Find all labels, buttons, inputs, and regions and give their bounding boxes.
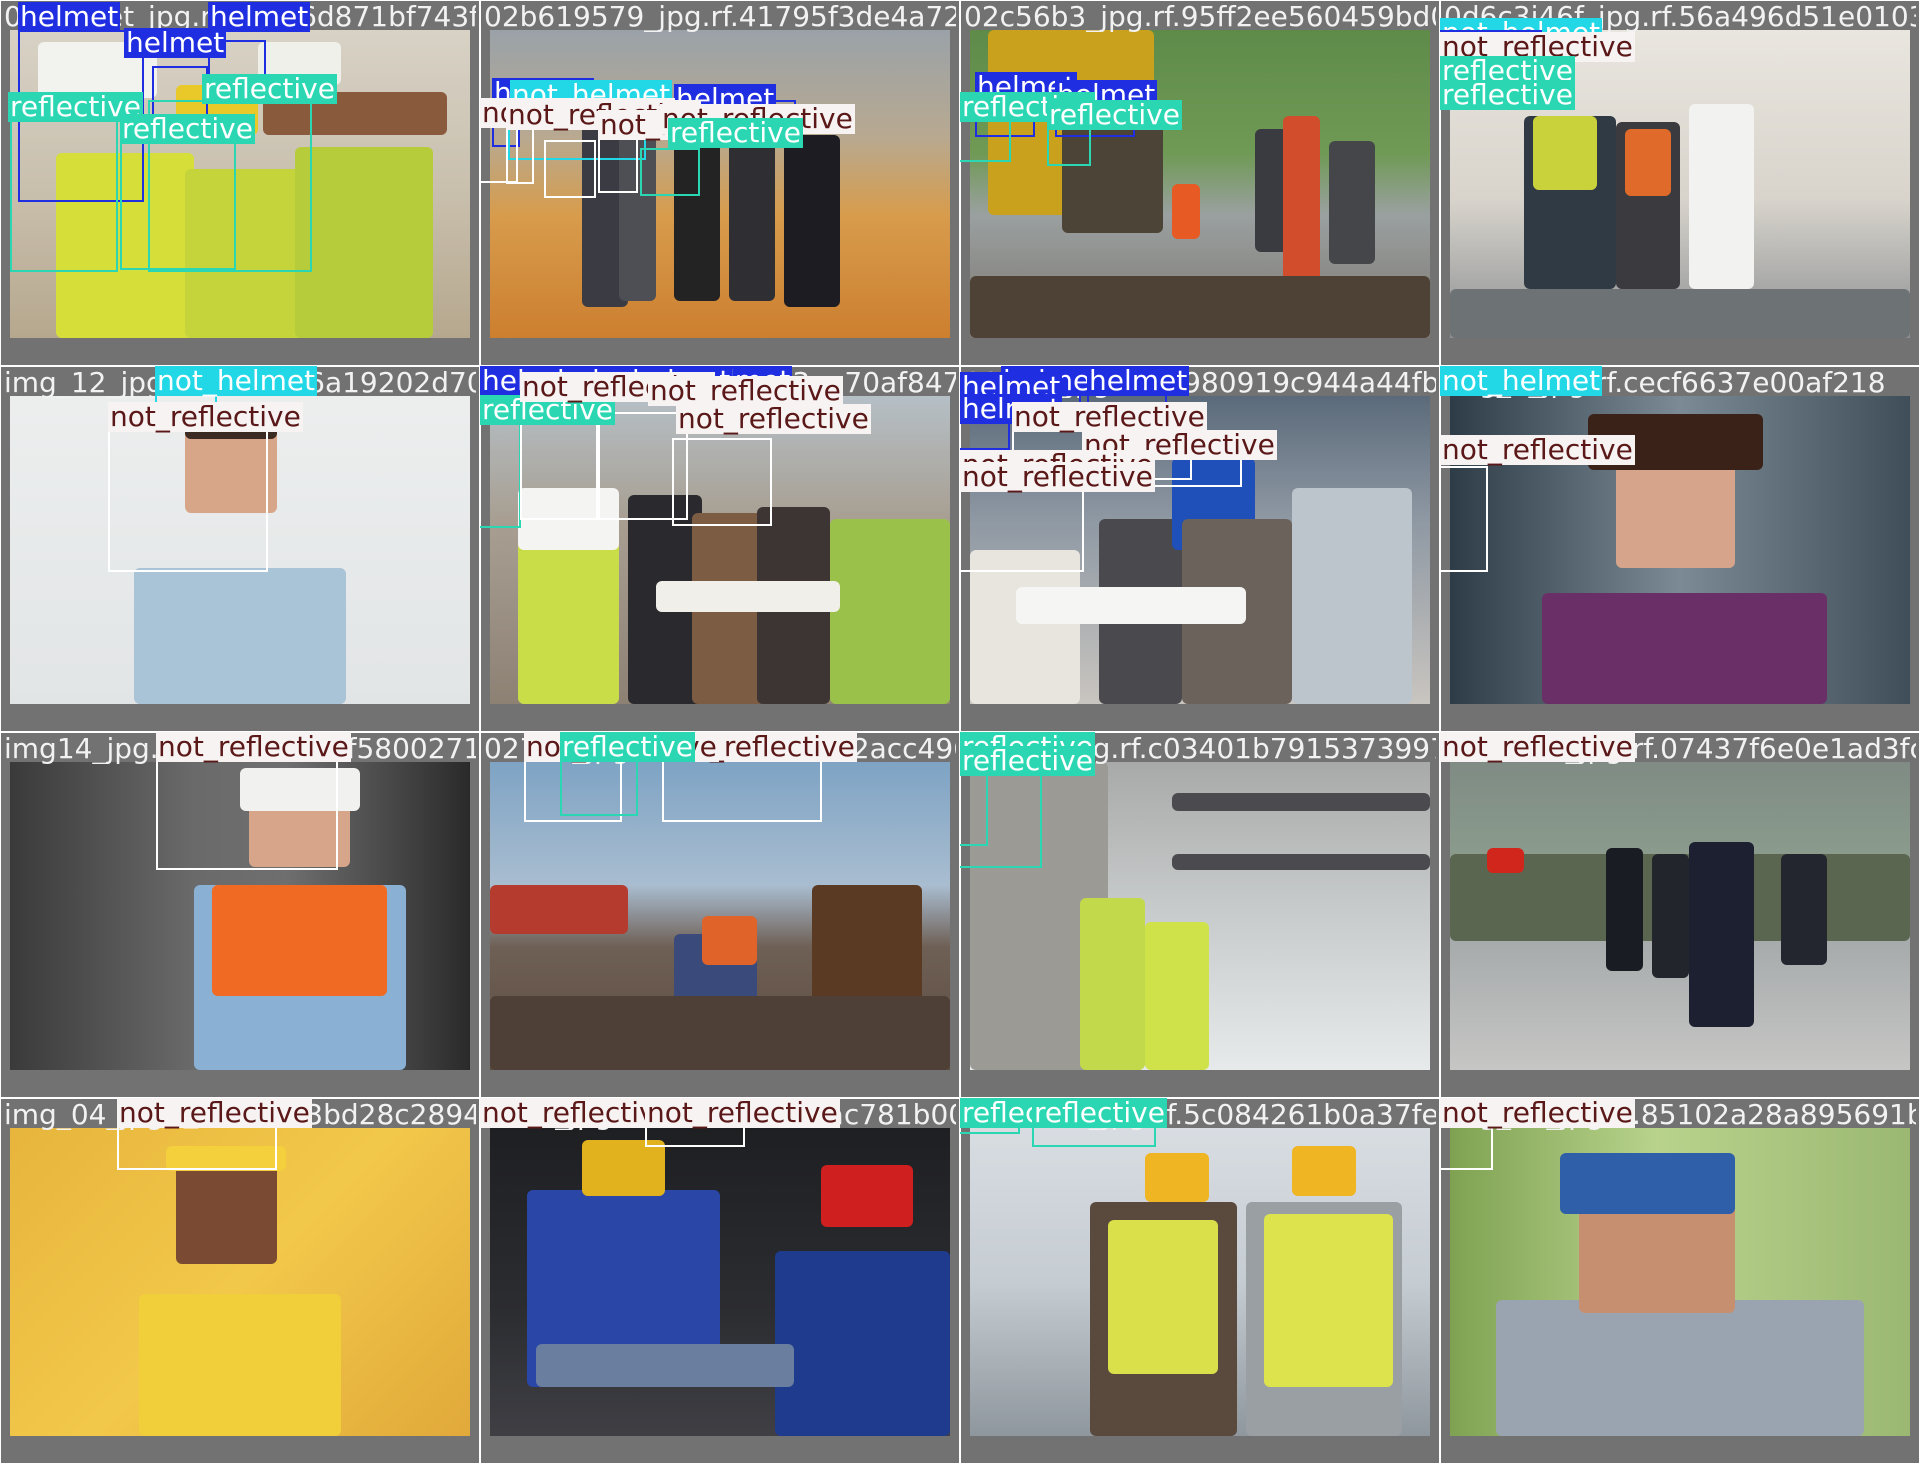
mosaic-tile: 02369_jpg.rf.c03401b79153739970233helmet… — [960, 732, 1440, 1098]
mosaic-tile: img_3_jpg.rf.cecf6637e00af218 not_helmet n… — [1440, 366, 1920, 732]
bbox-not_reflective — [1440, 466, 1488, 572]
mosaic-tile: 0280_jpg.rf.997e0e5214ac781b0034helmethe… — [480, 1098, 960, 1464]
bbox-reflective — [10, 120, 118, 272]
bbox-label-reflective: reflective — [1047, 98, 1182, 131]
bbox-label-helmet: helmet — [1087, 366, 1190, 397]
photo-portrait-yellow — [10, 1128, 470, 1436]
bbox-reflective — [960, 118, 1011, 162]
bbox-label-not_helmet: not_helmet — [1440, 366, 1603, 397]
mosaic-tile: 027ab_jpg.rf.5eb38f668c82acc4962505helme… — [480, 732, 960, 1098]
bbox-reflective — [480, 420, 521, 528]
bbox-not_reflective — [108, 428, 268, 572]
bbox-reflective — [640, 148, 700, 196]
bbox-label-reflective: reflective — [668, 116, 803, 149]
bbox-label-reflective: reflective — [1440, 78, 1575, 111]
bbox-label-helmet: helmet — [208, 0, 311, 33]
bbox-label-not_reflective: not_reflective — [676, 402, 871, 435]
mosaic-tile: 02c56b3_jpg.rf.95ff2ee560459bd06300263d4… — [960, 0, 1440, 366]
bbox-label-not_reflective: not_reflective — [156, 732, 351, 763]
bbox-label-reflective: reflective — [202, 72, 337, 105]
tile-filename: 02c56b3_jpg.rf.95ff2ee560459bd06300263d4… — [964, 2, 1436, 32]
mosaic-tile: 0347578_jpg.rf.5c084261b0a37fe55ffhelmet… — [960, 1098, 1440, 1464]
bbox-label-reflective: reflective — [120, 112, 255, 145]
photo-workers-seated — [490, 1128, 950, 1436]
bbox-not_reflective — [598, 135, 638, 193]
photo-gate-walk — [1450, 762, 1910, 1070]
bbox-label-not_helmet: not_helmet — [155, 366, 318, 397]
mosaic-tile: img_04_jpg.rf.8cd50b3bd28c28942not_helme… — [0, 1098, 480, 1464]
mosaic-tile: 0_helmet_jpg.rf.a00d6d871bf743f0d6a6e9f7… — [0, 0, 480, 366]
photo-portrait-cap — [1450, 1128, 1910, 1436]
mosaic-tile: 0d6c3i46f_jpg.rf.56a496d51e0103cfnot_hel… — [1440, 0, 1920, 366]
bbox-not_reflective — [672, 438, 772, 526]
bbox-label-reflective: reflective — [960, 744, 1095, 777]
bbox-label-not_reflective: not_reflective — [117, 1098, 312, 1129]
bbox-label-helmet: helmet — [18, 0, 121, 33]
bbox-not_reflective — [544, 140, 596, 198]
tile-filename: 02b619579_jpg.rf.41795f3de4a7272e02d6b3d… — [484, 2, 956, 32]
bbox-not_reflective — [506, 128, 534, 184]
bbox-label-not_reflective: not_reflective — [108, 400, 303, 433]
bbox-label-reflective: reflective — [1032, 1098, 1167, 1129]
bbox-reflective — [960, 772, 1042, 868]
detection-mosaic: 0_helmet_jpg.rf.a00d6d871bf743f0d6a6e9f7… — [0, 0, 1920, 1464]
mosaic-tile: img_16_jpg.rf.85102a28a895691bnot_helmet… — [1440, 1098, 1920, 1464]
mosaic-tile: 00588_jpg.rf.75980919c944a44fb6a23747dd4… — [960, 366, 1440, 732]
bbox-label-not_reflective: not_reflective — [1440, 732, 1635, 763]
bbox-label-not_reflective: not_reflective — [1440, 433, 1635, 466]
mosaic-tile: img_12_jpg.rf.5a00196a19202d7026f728c328… — [0, 366, 480, 732]
mosaic-tile: img14_jpg.rf.026e5b754f5800271608f7f7hel… — [0, 732, 480, 1098]
bbox-label-not_reflective: not_reflective — [960, 460, 1155, 493]
bbox-label-not_reflective: not_reflective — [1440, 1098, 1635, 1129]
mosaic-tile: 0c3a331_jpg.rf.07437f6e0e1ad3fcf26not_he… — [1440, 732, 1920, 1098]
bbox-label-reflective: reflective — [560, 732, 695, 763]
mosaic-tile: 02b619579_jpg.rf.41795f3de4a7272e02d6b3d… — [480, 0, 960, 366]
photo-engineers-roll — [970, 1128, 1430, 1436]
bbox-reflective — [1047, 126, 1091, 166]
mosaic-tile: 0126772_jpg.rf.0144d3ae70af8473a20d88dfa… — [480, 366, 960, 732]
bbox-label-not_reflective: not_reflective — [645, 1098, 840, 1129]
